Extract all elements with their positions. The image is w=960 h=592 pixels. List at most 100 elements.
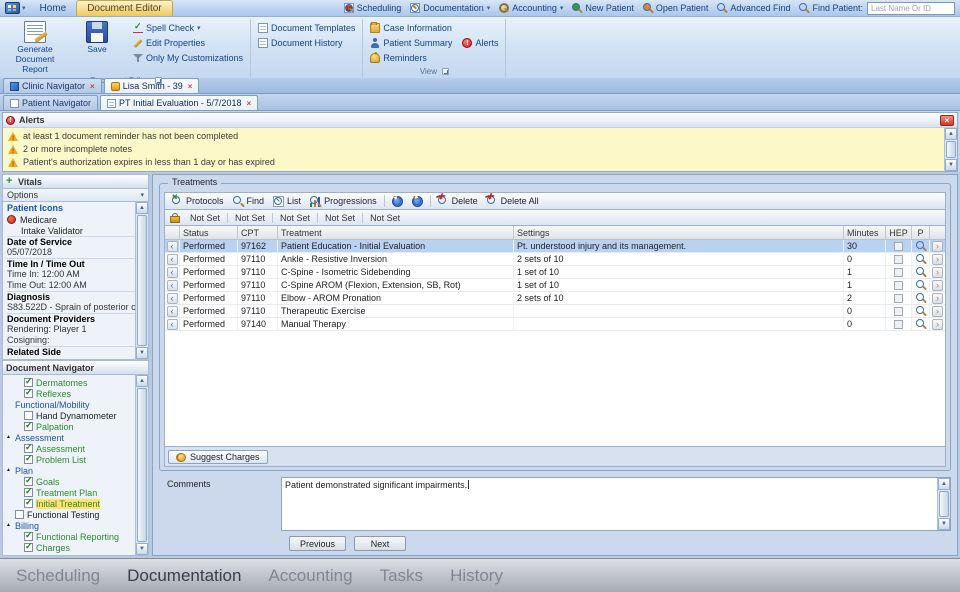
magnifier-icon[interactable] — [916, 306, 926, 316]
column-header-p[interactable]: P — [912, 226, 930, 240]
row-expand-button[interactable]: › — [932, 319, 943, 330]
not-set-button[interactable]: Not Set — [227, 213, 272, 223]
case-information-button[interactable]: Case Information — [367, 22, 455, 34]
tree-checkbox[interactable] — [24, 543, 33, 552]
patient-icon-item[interactable]: Medicare — [7, 214, 135, 225]
quick-link[interactable]: Find Patient: — [799, 3, 863, 13]
alert-item[interactable]: Patient's authorization expires in less … — [5, 155, 942, 168]
vitals-scrollbar[interactable]: ▲ ▼ — [135, 202, 148, 359]
not-set-button[interactable]: Not Set — [183, 213, 227, 223]
bottom-nav-item[interactable]: Scheduling — [16, 566, 100, 586]
column-header-status[interactable]: Status — [180, 226, 238, 240]
row-collapse-button[interactable]: ‹ — [167, 241, 178, 252]
next-button[interactable]: Next — [354, 536, 406, 551]
tree-item[interactable]: Assessment — [3, 443, 135, 454]
scroll-up-icon[interactable]: ▲ — [136, 202, 148, 214]
hep-checkbox[interactable] — [894, 307, 903, 316]
tree-checkbox[interactable] — [24, 477, 33, 486]
workspace-tab[interactable]: Clinic Navigator × — [3, 78, 102, 93]
tree-item[interactable]: Hand Dynamometer — [3, 410, 135, 421]
tree-expander-icon[interactable]: ▲ — [6, 435, 12, 440]
row-expand-button[interactable]: › — [932, 280, 943, 291]
tree-item[interactable]: Goals — [3, 476, 135, 487]
tree-checkbox[interactable] — [24, 499, 33, 508]
not-set-button[interactable]: Not Set — [272, 213, 317, 223]
tree-checkbox[interactable] — [24, 378, 33, 387]
row-collapse-button[interactable]: ‹ — [167, 293, 178, 304]
column-header-hep[interactable]: HEP — [886, 226, 912, 240]
alert-item[interactable]: 2 or more incomplete notes — [5, 142, 942, 155]
treatment-row[interactable]: ‹ Performed 97110 Ankle - Resistive Inve… — [165, 253, 945, 266]
bottom-nav-item[interactable]: History — [450, 566, 503, 586]
patient-summary-button[interactable]: Patient Summary — [367, 37, 455, 49]
scrollbar-thumb[interactable] — [939, 491, 949, 517]
workspace-tab[interactable]: Lisa Smith - 39 × — [104, 78, 200, 93]
comments-textarea[interactable]: Patient demonstrated significant impairm… — [281, 477, 951, 531]
column-header-treatment[interactable]: Treatment — [278, 226, 514, 240]
hep-checkbox[interactable] — [894, 255, 903, 264]
tree-item[interactable]: Functional Testing — [3, 509, 135, 520]
vitals-options-dropdown[interactable]: Options ▾ — [2, 189, 149, 202]
comments-scrollbar[interactable]: ▲ ▼ — [937, 478, 950, 530]
magnifier-icon[interactable] — [916, 254, 926, 264]
tree-item[interactable]: Palpation — [3, 421, 135, 432]
close-icon[interactable]: × — [246, 99, 251, 108]
scrollbar-thumb[interactable] — [137, 388, 147, 542]
edit-properties-button[interactable]: Edit Properties — [130, 37, 246, 49]
bottom-nav-item[interactable]: Accounting — [268, 566, 352, 586]
toolbar-button[interactable]: Find — [229, 195, 269, 208]
ribbon-tab[interactable]: Home — [30, 0, 77, 16]
scroll-down-icon[interactable]: ▼ — [945, 159, 957, 171]
tree-item[interactable]: Initial Treatment — [3, 498, 135, 509]
tree-item[interactable]: Functional Reporting — [3, 531, 135, 542]
hep-checkbox[interactable] — [894, 281, 903, 290]
find-patient-input[interactable] — [867, 2, 955, 15]
vitals-header[interactable]: + Vitals — [2, 174, 149, 189]
hep-checkbox[interactable] — [894, 242, 903, 251]
tree-checkbox[interactable] — [24, 389, 33, 398]
magnifier-icon[interactable] — [916, 319, 926, 329]
quick-link[interactable]: Open Patient — [643, 3, 709, 13]
treatment-row[interactable]: ‹ Performed 97140 Manual Therapy 0 › — [165, 318, 945, 331]
toolbar-button[interactable] — [388, 195, 407, 208]
patient-icon-item[interactable]: Intake Validator — [7, 225, 135, 236]
ribbon-tab[interactable]: Document Editor — [76, 0, 172, 16]
row-collapse-button[interactable]: ‹ — [167, 306, 178, 317]
scroll-down-icon[interactable]: ▼ — [136, 543, 148, 555]
hep-checkbox[interactable] — [894, 268, 903, 277]
alerts-button[interactable]: Alerts — [459, 37, 501, 49]
generate-document-report-button[interactable]: Generate Document Report — [6, 19, 64, 76]
tree-checkbox[interactable] — [24, 532, 33, 541]
previous-button[interactable]: Previous — [289, 536, 346, 551]
row-expand-button[interactable]: › — [932, 254, 943, 265]
row-collapse-button[interactable]: ‹ — [167, 254, 178, 265]
magnifier-icon[interactable] — [916, 267, 926, 277]
magnifier-icon[interactable] — [916, 241, 926, 251]
not-set-button[interactable]: Not Set — [317, 213, 362, 223]
quick-link[interactable]: Accounting ▾ — [499, 3, 563, 13]
document-templates-button[interactable]: Document Templates — [255, 22, 358, 34]
toolbar-button[interactable] — [408, 195, 427, 208]
treatment-row[interactable]: ‹ Performed 97110 Therapeutic Exercise 0… — [165, 305, 945, 318]
tree-scrollbar[interactable]: ▲ ▼ — [135, 375, 148, 555]
tree-item[interactable]: Problem List — [3, 454, 135, 465]
toolbar-button[interactable]: Delete All — [483, 195, 543, 208]
toolbar-button[interactable]: Progressions — [306, 195, 381, 208]
tree-checkbox[interactable] — [24, 411, 33, 420]
tree-expander-icon[interactable]: ▲ — [6, 523, 12, 528]
suggest-charges-button[interactable]: Suggest Charges — [168, 450, 268, 464]
scroll-up-icon[interactable]: ▲ — [945, 128, 957, 140]
tree-item[interactable]: ▲ Assessment — [3, 432, 135, 443]
bottom-nav-item[interactable]: Tasks — [380, 566, 423, 586]
toolbar-button[interactable]: Delete — [434, 195, 482, 208]
hep-checkbox[interactable] — [894, 320, 903, 329]
row-expand-button[interactable]: › — [932, 293, 943, 304]
dialog-launcher-icon[interactable] — [442, 68, 449, 75]
close-button[interactable]: × — [940, 115, 954, 126]
column-header-minutes[interactable]: Minutes — [844, 226, 886, 240]
row-expand-button[interactable]: › — [932, 306, 943, 317]
column-header-cpt[interactable]: CPT — [238, 226, 278, 240]
treatment-row[interactable]: ‹ Performed 97110 C-Spine AROM (Flexion,… — [165, 279, 945, 292]
not-set-button[interactable]: Not Set — [362, 213, 407, 223]
dialog-launcher-icon[interactable] — [155, 77, 162, 84]
